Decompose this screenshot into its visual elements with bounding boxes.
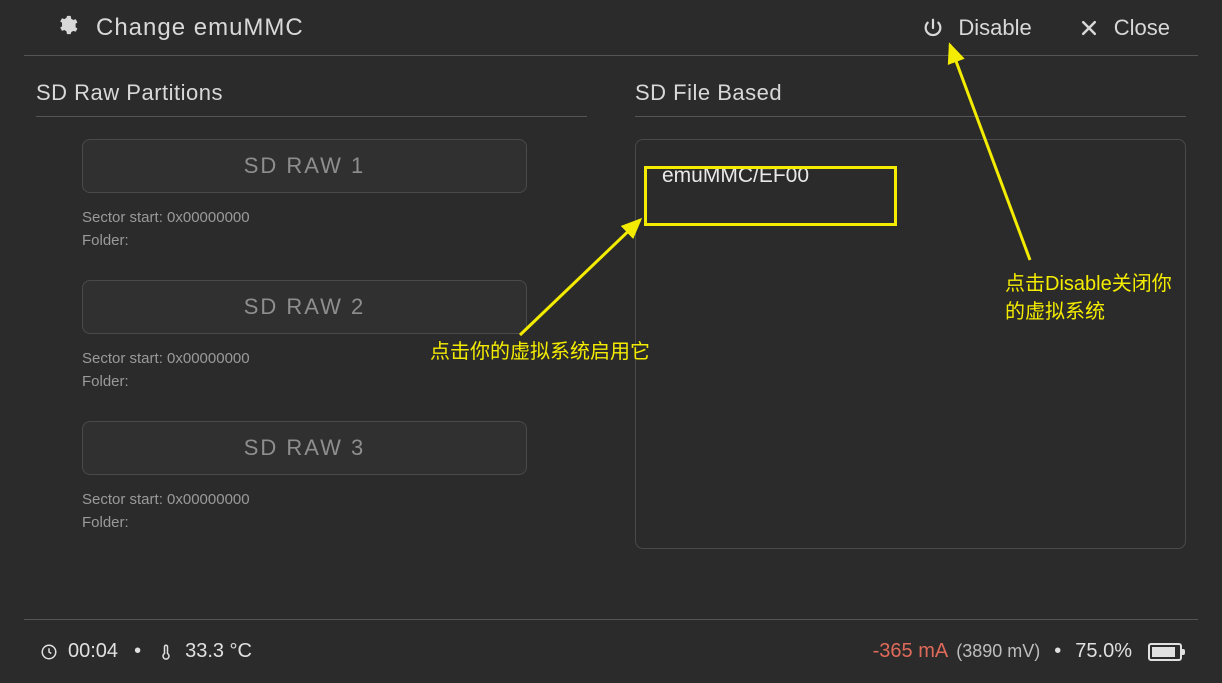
sd-raw-heading: SD Raw Partitions	[36, 80, 587, 117]
status-time: 00:04	[68, 640, 118, 663]
disable-label: Disable	[958, 15, 1031, 41]
sd-raw-2-button[interactable]: SD RAW 2	[82, 280, 527, 334]
gear-icon	[56, 14, 78, 41]
file-based-panel: emuMMC/EF00	[635, 139, 1186, 549]
sd-raw-1-info: Sector start: 0x00000000 Folder:	[82, 207, 527, 252]
status-voltage: (3890 mV)	[956, 641, 1040, 662]
power-icon	[922, 17, 944, 39]
status-current: -365 mA	[873, 640, 949, 663]
sd-raw-1-button[interactable]: SD RAW 1	[82, 139, 527, 193]
status-battery-pct: 75.0%	[1075, 640, 1132, 663]
clock-icon	[40, 643, 58, 661]
sd-raw-3-button[interactable]: SD RAW 3	[82, 421, 527, 475]
disable-button[interactable]: Disable	[922, 15, 1031, 41]
close-button[interactable]: Close	[1078, 15, 1170, 41]
close-label: Close	[1114, 15, 1170, 41]
battery-icon	[1148, 643, 1182, 661]
sd-raw-3-info: Sector start: 0x00000000 Folder:	[82, 489, 527, 534]
annotation-disable-hint: 点击Disable关闭你 的虚拟系统	[1005, 270, 1172, 326]
sd-file-based-column: SD File Based emuMMC/EF00	[611, 80, 1198, 616]
emummc-entry[interactable]: emuMMC/EF00	[650, 154, 831, 198]
annotation-enable-hint: 点击你的虚拟系统启用它	[430, 338, 650, 366]
title-bar: Change emuMMC Disable Close	[24, 0, 1198, 56]
thermometer-icon	[157, 643, 175, 661]
page-title: Change emuMMC	[96, 14, 304, 42]
sd-file-heading: SD File Based	[635, 80, 1186, 117]
status-temp: 33.3 °C	[185, 640, 252, 663]
close-icon	[1078, 17, 1100, 39]
status-bar: 00:04 • 33.3 °C -365 mA (3890 mV) • 75.0…	[24, 619, 1198, 683]
